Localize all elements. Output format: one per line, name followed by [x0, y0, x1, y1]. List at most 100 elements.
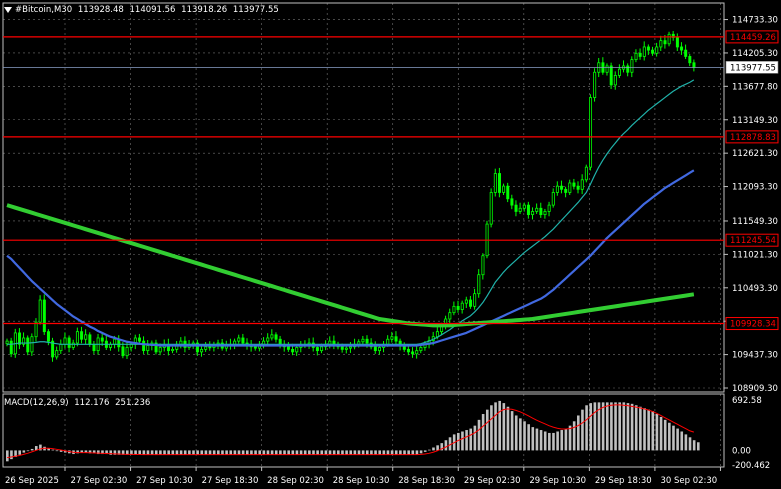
- macd-histogram-bar: [473, 425, 477, 451]
- macd-histogram-bar: [688, 437, 692, 451]
- macd-histogram-bar: [212, 450, 216, 455]
- candle-body: [464, 299, 468, 304]
- macd-histogram-bar: [692, 440, 696, 451]
- candle-body: [75, 331, 79, 344]
- candle-body: [469, 299, 473, 307]
- candle-body: [42, 299, 46, 333]
- macd-histogram-bar: [626, 403, 630, 451]
- macd-histogram-bar: [154, 450, 158, 455]
- macd-histogram-bar: [299, 450, 303, 455]
- macd-histogram-bar: [506, 406, 510, 451]
- macd-histogram-bar: [634, 405, 638, 451]
- candle-body: [543, 211, 547, 216]
- macd-histogram-bar: [605, 402, 609, 451]
- candle-body: [510, 198, 514, 206]
- macd-histogram-bar: [643, 408, 646, 451]
- candle-body: [125, 347, 129, 357]
- macd-histogram-bar: [411, 450, 415, 455]
- macd-histogram-bar: [610, 402, 613, 451]
- macd-histogram-bar: [659, 416, 663, 451]
- candle-body: [630, 59, 634, 73]
- candle-body: [84, 334, 88, 340]
- macd-histogram-bar: [419, 450, 423, 454]
- candle-body: [568, 182, 572, 193]
- candle-body: [617, 68, 621, 76]
- candle-body: [266, 337, 270, 342]
- macd-histogram-bar: [303, 450, 307, 455]
- macd-histogram-bar: [245, 450, 249, 455]
- macd-histogram-bar: [55, 450, 59, 452]
- macd-histogram-bar: [163, 450, 166, 455]
- macd-histogram-bar: [51, 449, 55, 451]
- candle-body: [497, 173, 501, 193]
- candle-body: [605, 65, 609, 73]
- candle-body: [295, 347, 299, 353]
- macd-histogram-bar: [316, 450, 319, 455]
- macd-histogram-bar: [200, 450, 204, 455]
- macd-histogram-bar: [560, 430, 564, 451]
- macd-histogram-bar: [539, 430, 543, 451]
- macd-histogram-bar: [564, 428, 568, 451]
- candle-body: [680, 46, 684, 51]
- macd-histogram-bar: [651, 411, 655, 451]
- candle-body: [448, 312, 452, 320]
- macd-histogram-bar: [457, 432, 460, 451]
- macd-histogram-bar: [179, 450, 183, 455]
- macd-histogram-bar: [10, 450, 13, 460]
- candle-body: [9, 340, 13, 355]
- macd-histogram-bar: [543, 431, 547, 451]
- macd-histogram-bar: [577, 415, 580, 451]
- macd-histogram-bar: [204, 450, 208, 455]
- candle-body: [291, 348, 295, 353]
- macd-histogram-bar: [432, 447, 435, 451]
- macd-histogram-bar: [477, 419, 481, 451]
- macd-tick-label: 0.00: [732, 446, 751, 456]
- candle-body: [514, 204, 518, 212]
- candle-body: [138, 337, 142, 342]
- macd-histogram-bar: [382, 450, 386, 455]
- macd-main-value: 112.176: [74, 398, 110, 408]
- chart-canvas[interactable]: 114733.30 114205.30 113677.80 113149.30 1126…: [0, 0, 781, 489]
- macd-histogram-bar: [510, 411, 514, 451]
- candle-body: [688, 56, 692, 64]
- time-tick-label: 30 Sep 02:30: [660, 476, 717, 486]
- candle-body: [241, 337, 245, 344]
- candle-body: [684, 49, 688, 57]
- macd-histogram-bar: [378, 450, 381, 455]
- candle-body: [675, 37, 679, 48]
- candle-body: [59, 343, 63, 352]
- macd-histogram-bar: [403, 450, 406, 455]
- macd-histogram-bar: [390, 450, 394, 455]
- macd-histogram-bar: [237, 450, 241, 455]
- candle-body: [274, 334, 278, 340]
- macd-histogram-bar: [332, 450, 336, 455]
- chart-window[interactable]: 114733.30 114205.30 113677.80 113149.30 1126…: [0, 0, 781, 489]
- low-value: 113918.26: [181, 5, 228, 15]
- macd-histogram-bar: [572, 421, 576, 451]
- candle-body: [419, 347, 423, 352]
- candle-body: [551, 192, 555, 206]
- price-tick-label: 114733.30: [732, 16, 778, 26]
- moving-average-mid-line: [6, 169, 695, 347]
- macd-histogram-bar: [639, 406, 642, 451]
- dropdown-arrow-icon[interactable]: [4, 6, 12, 13]
- time-tick-label: 29 Sep 18:30: [595, 476, 652, 486]
- candle-body: [171, 348, 175, 352]
- macd-histogram-bar: [208, 450, 212, 455]
- macd-histogram-bar: [328, 450, 332, 455]
- time-tick-label: 28 Sep 18:30: [398, 476, 455, 486]
- macd-histogram-bar: [183, 450, 187, 455]
- macd-histogram-bar: [266, 450, 270, 455]
- candle-body: [344, 347, 348, 350]
- macd-histogram-bar: [357, 450, 361, 455]
- macd-histogram-bar: [22, 450, 26, 453]
- close-value: 113977.55: [232, 5, 279, 15]
- candle-body: [386, 338, 390, 345]
- candle-body: [146, 345, 150, 352]
- time-tick-label: 27 Sep 02:30: [71, 476, 128, 486]
- macd-histogram-bar: [361, 450, 365, 455]
- candle-body: [5, 340, 9, 345]
- macd-histogram-bar: [399, 450, 402, 455]
- candle-body: [208, 346, 212, 349]
- macd-histogram-bar: [337, 450, 340, 455]
